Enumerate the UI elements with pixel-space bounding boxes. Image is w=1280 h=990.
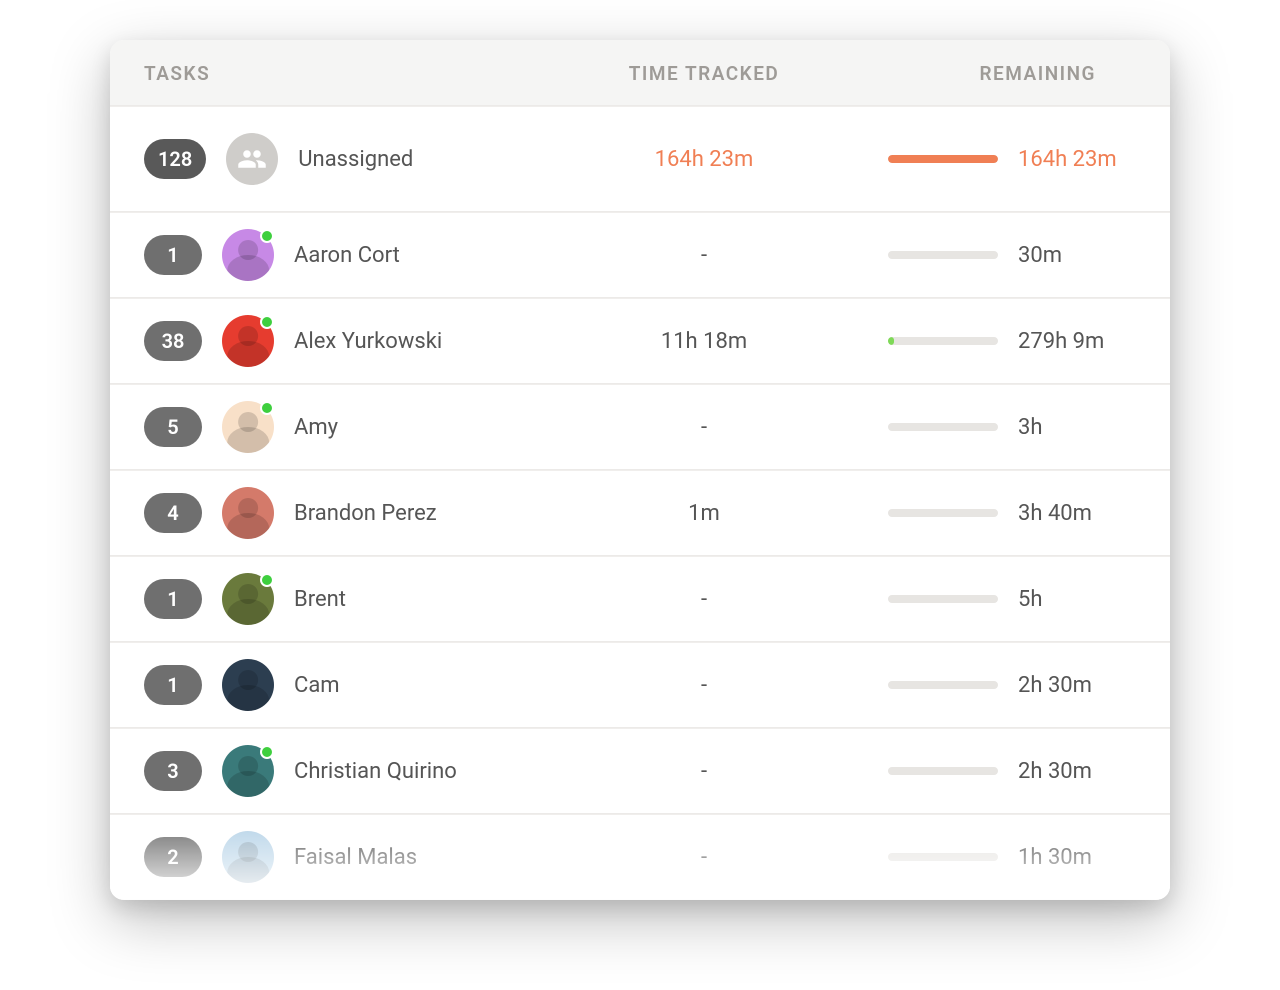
assignee-cell: 3 Christian Quirino bbox=[144, 745, 564, 797]
avatar[interactable] bbox=[222, 573, 274, 625]
remaining-value: 3h bbox=[1018, 415, 1128, 440]
table-row[interactable]: 1 Cam - 2h 30m bbox=[110, 642, 1170, 728]
table-row[interactable]: 38 Alex Yurkowski 11h 18m 279h 9m bbox=[110, 298, 1170, 384]
progress-bar bbox=[888, 337, 998, 345]
remaining-value: 5h bbox=[1018, 587, 1128, 612]
remaining-cell: 1h 30m bbox=[844, 845, 1136, 870]
remaining-cell: 279h 9m bbox=[844, 329, 1136, 354]
remaining-cell: 3h bbox=[844, 415, 1136, 440]
assignee-cell: 1 Aaron Cort bbox=[144, 229, 564, 281]
progress-bar-fill bbox=[888, 337, 894, 345]
progress-bar-fill bbox=[888, 155, 998, 163]
progress-bar bbox=[888, 595, 998, 603]
task-count-badge[interactable]: 128 bbox=[144, 139, 206, 179]
assignee-cell: 38 Alex Yurkowski bbox=[144, 315, 564, 367]
table-row[interactable]: 4 Brandon Perez 1m 3h 40m bbox=[110, 470, 1170, 556]
assignee-name[interactable]: Faisal Malas bbox=[294, 845, 417, 870]
online-status-icon bbox=[260, 401, 274, 415]
avatar[interactable] bbox=[222, 659, 274, 711]
online-status-icon bbox=[260, 229, 274, 243]
online-status-icon bbox=[260, 573, 274, 587]
column-time-tracked[interactable]: TIME TRACKED bbox=[564, 62, 844, 85]
progress-bar bbox=[888, 853, 998, 861]
table-header: TASKS TIME TRACKED REMAINING bbox=[110, 40, 1170, 106]
online-status-icon bbox=[260, 315, 274, 329]
online-status-icon bbox=[260, 745, 274, 759]
remaining-value: 2h 30m bbox=[1018, 759, 1128, 784]
table-row[interactable]: 3 Christian Quirino - 2h 30m bbox=[110, 728, 1170, 814]
assignee-name[interactable]: Unassigned bbox=[298, 147, 413, 172]
progress-bar bbox=[888, 681, 998, 689]
task-count-badge[interactable]: 4 bbox=[144, 493, 202, 533]
avatar[interactable] bbox=[222, 487, 274, 539]
task-count-badge[interactable]: 5 bbox=[144, 407, 202, 447]
avatar[interactable] bbox=[222, 401, 274, 453]
table-row[interactable]: 1 Brent - 5h bbox=[110, 556, 1170, 642]
avatar[interactable] bbox=[222, 745, 274, 797]
assignee-cell: 1 Cam bbox=[144, 659, 564, 711]
task-count-badge[interactable]: 1 bbox=[144, 579, 202, 619]
table-row[interactable]: 5 Amy - 3h bbox=[110, 384, 1170, 470]
user-avatar bbox=[222, 831, 274, 883]
workload-card: TASKS TIME TRACKED REMAINING 128 Unassign… bbox=[110, 40, 1170, 900]
time-tracked-value: 11h 18m bbox=[564, 329, 844, 354]
time-tracked-value: - bbox=[564, 673, 844, 698]
remaining-cell: 164h 23m bbox=[844, 147, 1136, 172]
remaining-value: 279h 9m bbox=[1018, 329, 1128, 354]
assignee-cell: 2 Faisal Malas bbox=[144, 831, 564, 883]
task-count-badge[interactable]: 2 bbox=[144, 837, 202, 877]
remaining-value: 30m bbox=[1018, 243, 1128, 268]
time-tracked-value: - bbox=[564, 587, 844, 612]
remaining-cell: 3h 40m bbox=[844, 501, 1136, 526]
assignee-name[interactable]: Alex Yurkowski bbox=[294, 329, 442, 354]
avatar[interactable] bbox=[222, 229, 274, 281]
assignee-cell: 4 Brandon Perez bbox=[144, 487, 564, 539]
user-avatar bbox=[222, 659, 274, 711]
avatar[interactable] bbox=[222, 315, 274, 367]
time-tracked-value: - bbox=[564, 415, 844, 440]
progress-bar bbox=[888, 423, 998, 431]
avatar[interactable] bbox=[222, 831, 274, 883]
progress-bar bbox=[888, 155, 998, 163]
task-count-badge[interactable]: 38 bbox=[144, 321, 202, 361]
progress-bar bbox=[888, 509, 998, 517]
assignee-name[interactable]: Amy bbox=[294, 415, 338, 440]
column-remaining[interactable]: REMAINING bbox=[844, 62, 1136, 85]
table-row[interactable]: 2 Faisal Malas - 1h 30m bbox=[110, 814, 1170, 900]
remaining-cell: 2h 30m bbox=[844, 673, 1136, 698]
table-row[interactable]: 1 Aaron Cort - 30m bbox=[110, 212, 1170, 298]
remaining-value: 1h 30m bbox=[1018, 845, 1128, 870]
time-tracked-value: - bbox=[564, 845, 844, 870]
table-row[interactable]: 128 Unassigned 164h 23m 164h 23m bbox=[110, 106, 1170, 212]
progress-bar bbox=[888, 767, 998, 775]
task-count-badge[interactable]: 1 bbox=[144, 665, 202, 705]
user-avatar bbox=[222, 487, 274, 539]
remaining-cell: 2h 30m bbox=[844, 759, 1136, 784]
remaining-value: 3h 40m bbox=[1018, 501, 1128, 526]
remaining-cell: 30m bbox=[844, 243, 1136, 268]
table-body: 128 Unassigned 164h 23m 164h 23m 1 Aaron Cort… bbox=[110, 106, 1170, 900]
task-count-badge[interactable]: 1 bbox=[144, 235, 202, 275]
column-tasks[interactable]: TASKS bbox=[144, 62, 564, 85]
time-tracked-value: 1m bbox=[564, 501, 844, 526]
time-tracked-value: 164h 23m bbox=[564, 147, 844, 172]
remaining-cell: 5h bbox=[844, 587, 1136, 612]
assignee-cell: 128 Unassigned bbox=[144, 133, 564, 185]
time-tracked-value: - bbox=[564, 243, 844, 268]
assignee-name[interactable]: Aaron Cort bbox=[294, 243, 400, 268]
assignee-name[interactable]: Christian Quirino bbox=[294, 759, 457, 784]
task-count-badge[interactable]: 3 bbox=[144, 751, 202, 791]
assignee-name[interactable]: Brent bbox=[294, 587, 346, 612]
progress-bar bbox=[888, 251, 998, 259]
assignee-name[interactable]: Brandon Perez bbox=[294, 501, 437, 526]
remaining-value: 2h 30m bbox=[1018, 673, 1128, 698]
remaining-value: 164h 23m bbox=[1018, 147, 1128, 172]
avatar[interactable] bbox=[226, 133, 278, 185]
assignee-cell: 5 Amy bbox=[144, 401, 564, 453]
time-tracked-value: - bbox=[564, 759, 844, 784]
assignee-name[interactable]: Cam bbox=[294, 673, 340, 698]
group-icon bbox=[226, 133, 278, 185]
assignee-cell: 1 Brent bbox=[144, 573, 564, 625]
